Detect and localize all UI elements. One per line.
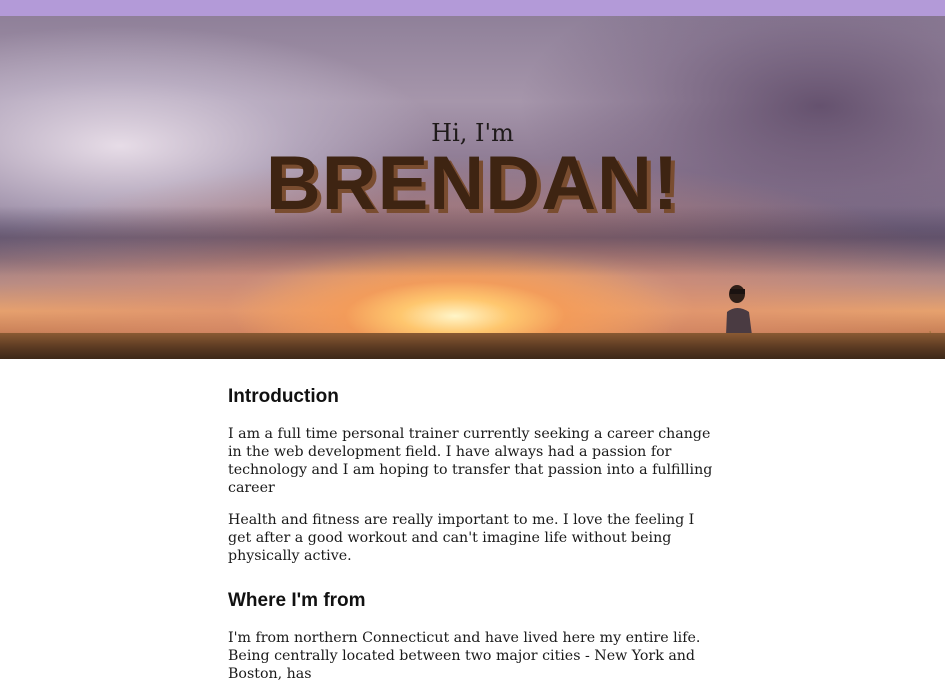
section-heading-introduction: Introduction xyxy=(228,386,339,407)
hero-banner: Hi, I'm BRENDAN! xyxy=(0,16,945,359)
intro-paragraph-1: I am a full time personal trainer curren… xyxy=(228,426,713,496)
section-heading-where-from: Where I'm from xyxy=(228,590,366,611)
where-from-paragraph-1: I'm from northern Connecticut and have l… xyxy=(228,630,701,682)
hero-text: Hi, I'm BRENDAN! xyxy=(0,118,945,224)
hero-name-title: BRENDAN! xyxy=(265,141,680,226)
main-content: Introduction I am a full time personal t… xyxy=(228,385,718,697)
intro-paragraph-2: Health and fitness are really important … xyxy=(228,512,695,564)
top-accent-bar xyxy=(0,0,945,16)
hero-ground xyxy=(0,333,945,359)
